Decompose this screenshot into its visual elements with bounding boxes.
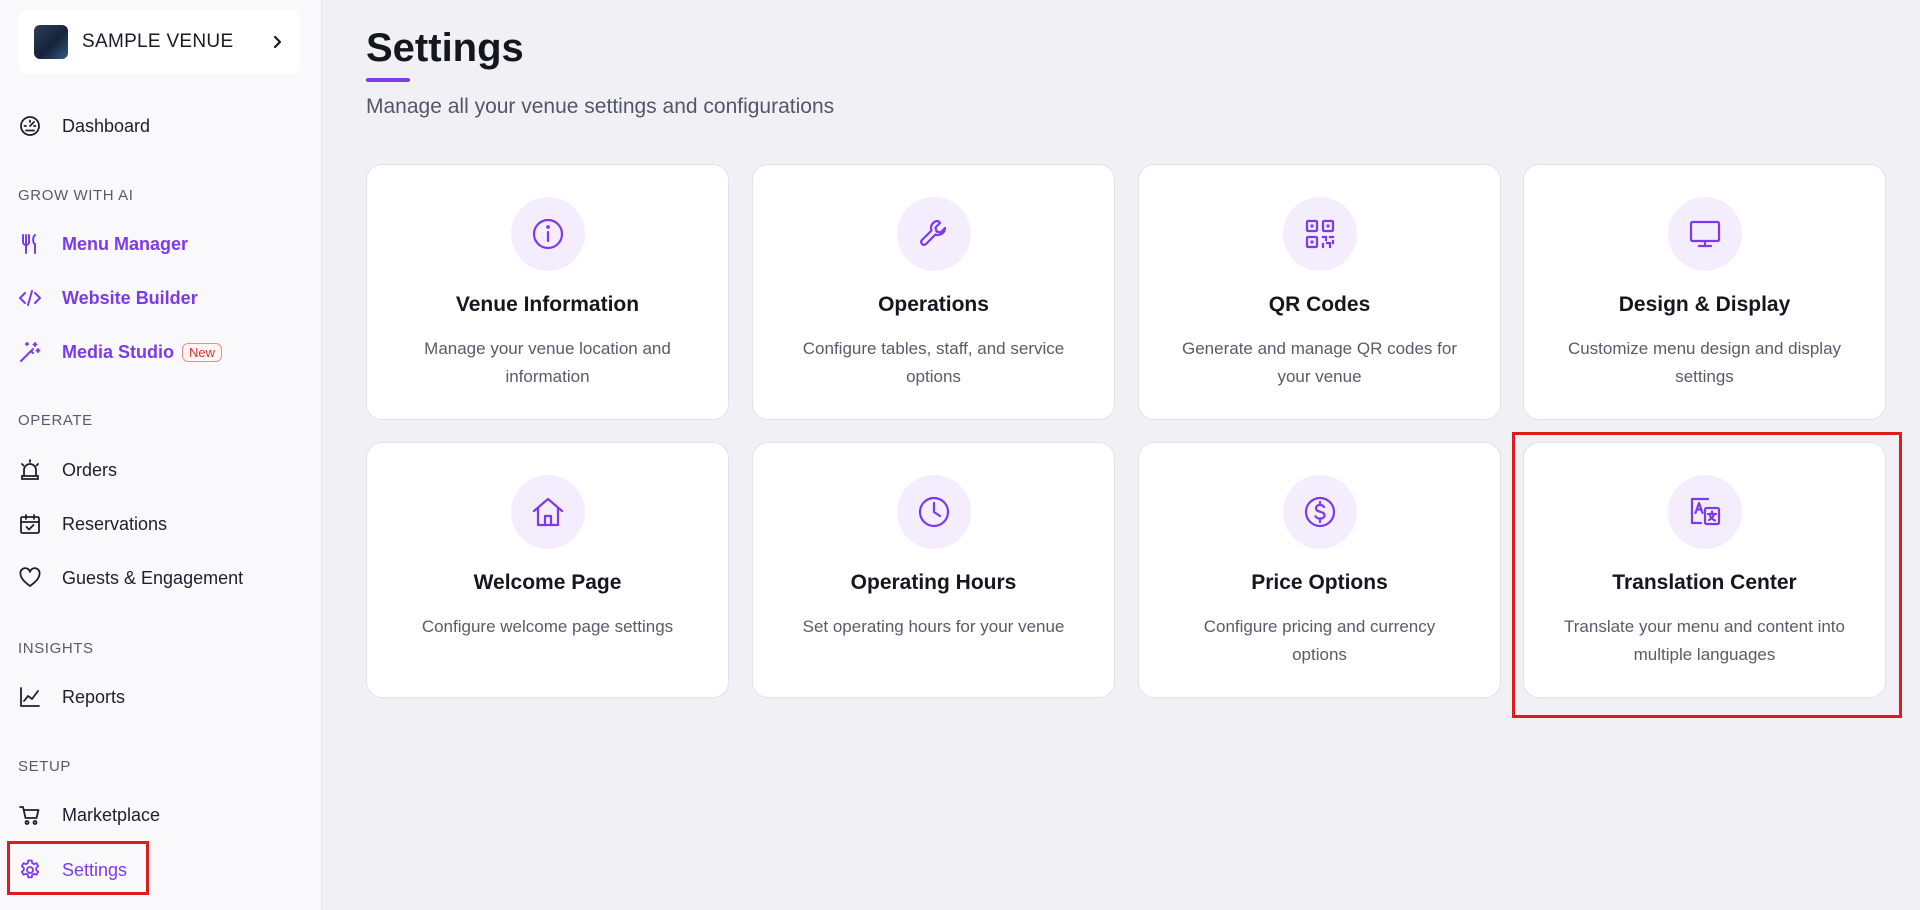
- card-title: Welcome Page: [473, 571, 622, 594]
- card-title: Venue Information: [455, 293, 640, 316]
- settings-card-price-options[interactable]: Price Options Configure pricing and curr…: [1138, 442, 1501, 698]
- home-icon: [532, 497, 563, 527]
- sidebar-item-menu-manager[interactable]: Menu Manager: [18, 224, 188, 264]
- section-label-insights: INSIGHTS: [18, 640, 94, 657]
- sidebar-item-label: Guests & Engagement: [62, 567, 244, 588]
- new-badge: New: [182, 342, 223, 362]
- sidebar-item-media-studio[interactable]: Media Studio New: [18, 332, 223, 372]
- alarm-bell-icon: [21, 459, 39, 480]
- card-icon-badge: [510, 475, 585, 549]
- card-icon-badge: [896, 475, 971, 549]
- settings-card-welcome-page[interactable]: Welcome Page Configure welcome page sett…: [366, 442, 729, 698]
- monitor-icon: [1689, 220, 1720, 248]
- card-title: Design & Display: [1618, 293, 1791, 316]
- sidebar-item-label: Dashboard: [62, 115, 151, 136]
- card-icon-badge: [896, 197, 971, 271]
- qr-code-icon: [1305, 219, 1334, 249]
- utensils-icon: [22, 234, 36, 254]
- card-title: Operating Hours: [850, 571, 1017, 594]
- chevron-right-icon: [273, 35, 282, 49]
- sidebar-item-website-builder[interactable]: Website Builder: [18, 278, 198, 318]
- highlight-box-translation-center: [1512, 432, 1902, 718]
- card-icon-badge: [1667, 197, 1742, 271]
- venue-name: SAMPLE VENUE: [82, 31, 234, 52]
- card-description: Set operating hours for your venue: [802, 617, 1065, 636]
- card-description: Configure welcome page settings: [421, 617, 674, 636]
- sidebar-item-label: Reports: [62, 686, 126, 707]
- line-chart-icon: [20, 687, 40, 707]
- calendar-check-icon: [20, 514, 40, 534]
- sidebar: SAMPLE VENUE Dashboard GROW WITH AI Menu…: [0, 0, 322, 910]
- card-icon-badge: [510, 197, 585, 271]
- sidebar-item-label: Orders: [62, 459, 118, 480]
- title-underline: [366, 78, 410, 82]
- card-title: QR Codes: [1268, 293, 1371, 316]
- sidebar-item-orders[interactable]: Orders: [18, 450, 117, 490]
- section-label-operate: OPERATE: [18, 412, 93, 429]
- sidebar-item-label: Website Builder: [62, 287, 198, 308]
- card-description: Configure pricing and currency options: [1203, 617, 1436, 664]
- card-icon-badge: [1282, 197, 1357, 271]
- sidebar-item-dashboard[interactable]: Dashboard: [18, 106, 150, 146]
- highlight-box-settings: [7, 841, 149, 895]
- venue-logo: [34, 25, 68, 59]
- settings-card-operations[interactable]: Operations Configure tables, staff, and …: [752, 164, 1115, 420]
- card-description: Customize menu design and display settin…: [1567, 339, 1842, 386]
- code-icon: [19, 290, 41, 306]
- page-title: Settings: [366, 26, 524, 70]
- card-title: Operations: [878, 293, 989, 316]
- magic-wand-icon: [20, 342, 41, 362]
- heart-icon: [19, 567, 41, 587]
- sidebar-item-label: Media Studio: [62, 341, 174, 362]
- card-description: Generate and manage QR codes for your ve…: [1182, 339, 1457, 386]
- info-icon: [532, 218, 563, 250]
- settings-card-design-display[interactable]: Design & Display Customize menu design a…: [1523, 164, 1886, 420]
- clock-icon: [918, 496, 949, 528]
- venue-switcher[interactable]: SAMPLE VENUE: [18, 10, 300, 74]
- wrench-icon: [919, 219, 946, 246]
- section-label-grow: GROW WITH AI: [18, 187, 134, 204]
- card-description: Configure tables, staff, and service opt…: [802, 339, 1065, 386]
- sidebar-item-guests[interactable]: Guests & Engagement: [18, 558, 243, 598]
- page-subtitle: Manage all your venue settings and confi…: [366, 95, 835, 118]
- settings-card-operating-hours[interactable]: Operating Hours Set operating hours for …: [752, 442, 1115, 698]
- settings-card-venue-information[interactable]: Venue Information Manage your venue loca…: [366, 164, 729, 420]
- card-description: Manage your venue location and informati…: [424, 339, 671, 386]
- sidebar-item-reservations[interactable]: Reservations: [18, 504, 167, 544]
- card-title: Price Options: [1251, 571, 1388, 594]
- settings-card-qr-codes[interactable]: QR Codes Generate and manage QR codes fo…: [1138, 164, 1501, 420]
- cart-icon: [19, 806, 40, 825]
- sidebar-item-label: Marketplace: [62, 804, 161, 825]
- sidebar-item-marketplace[interactable]: Marketplace: [18, 795, 160, 835]
- sidebar-item-label: Menu Manager: [62, 233, 189, 254]
- gauge-icon: [20, 116, 40, 136]
- card-icon-badge: [1282, 475, 1357, 549]
- section-label-setup: SETUP: [18, 758, 72, 775]
- sidebar-item-reports[interactable]: Reports: [18, 677, 125, 717]
- sidebar-item-label: Reservations: [62, 513, 168, 534]
- dollar-icon: [1304, 496, 1335, 528]
